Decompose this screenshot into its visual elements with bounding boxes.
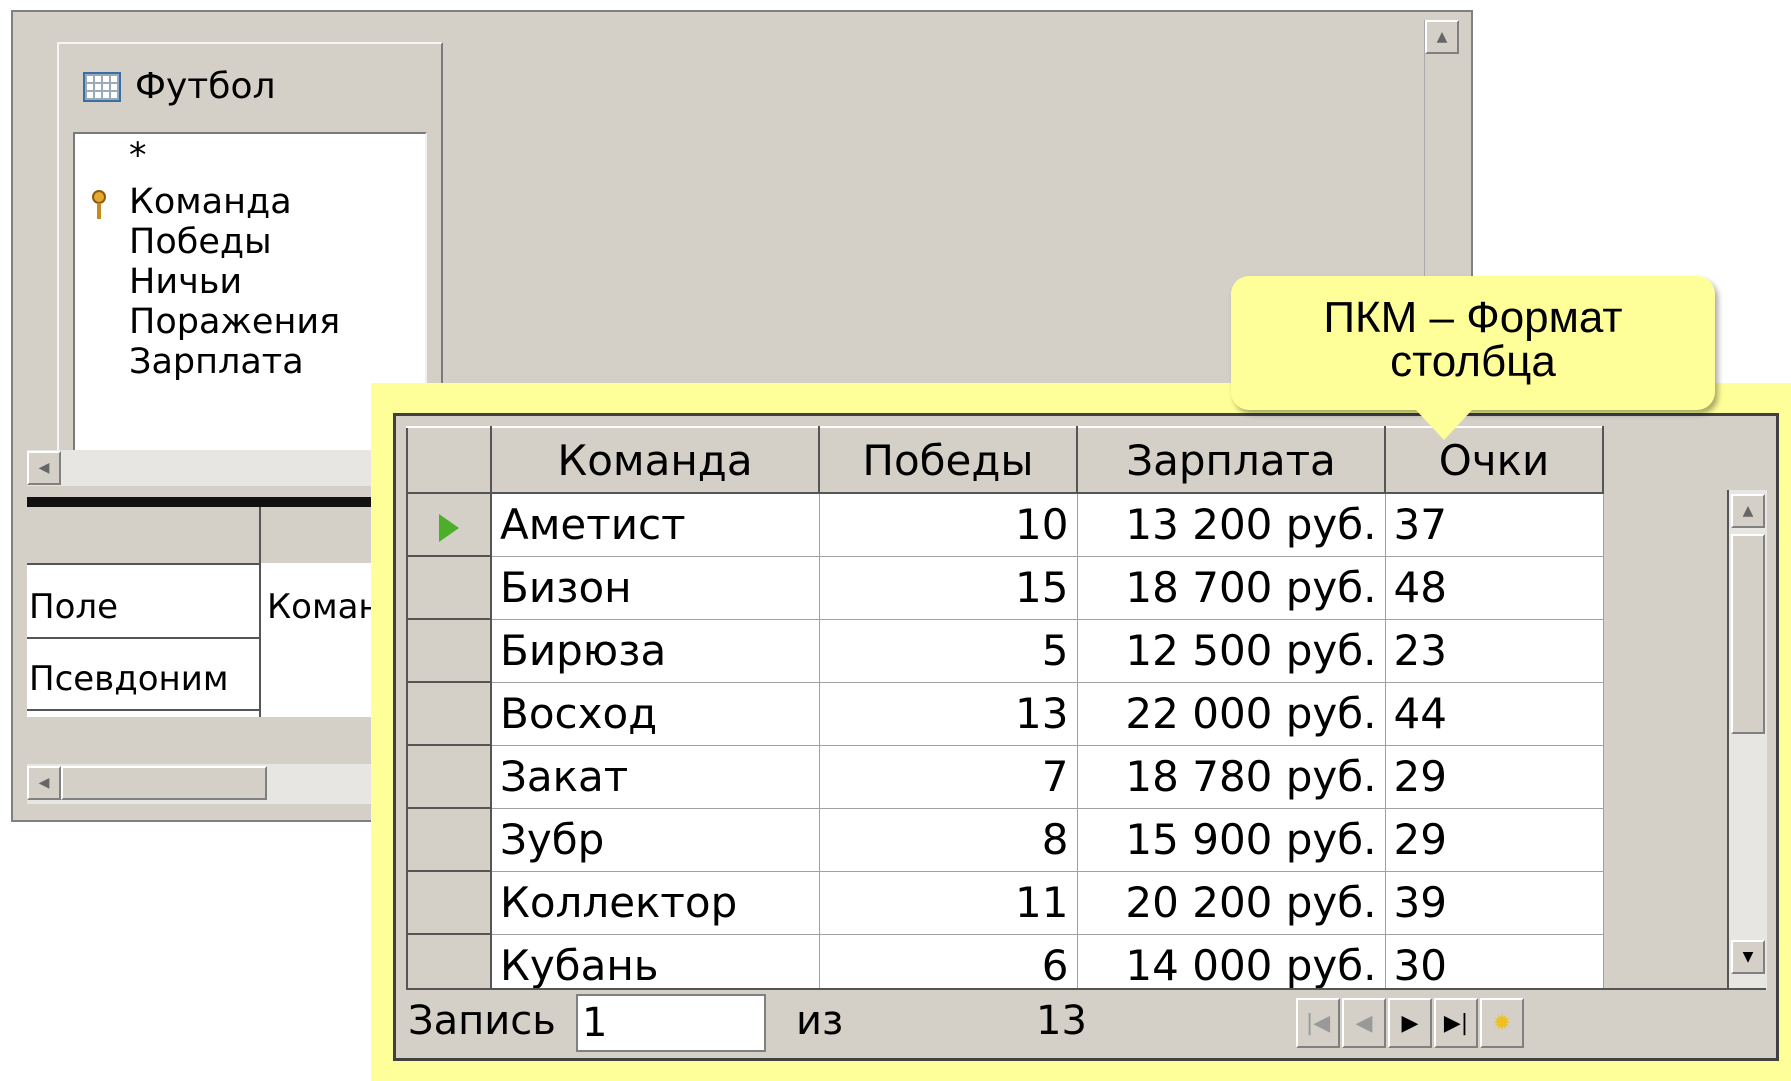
row-selector[interactable] <box>406 744 492 809</box>
wins-cell[interactable]: 7 <box>818 744 1078 809</box>
salary-cell[interactable]: 18 700 руб. <box>1076 555 1386 620</box>
team-cell[interactable]: Восход <box>490 681 820 746</box>
datasheet-highlight: Команда Победы Зарплата Очки Аметист 10 13… <box>371 383 1791 1081</box>
points-cell[interactable]: 48 <box>1384 555 1604 620</box>
scroll-thumb[interactable] <box>1731 534 1765 734</box>
table-row[interactable]: Бизон 15 18 700 руб. 48 <box>406 555 1604 620</box>
field-item[interactable]: Поражения <box>129 300 340 344</box>
points-cell[interactable]: 37 <box>1384 492 1604 557</box>
column-divider <box>259 507 261 717</box>
salary-cell[interactable]: 18 780 руб. <box>1076 744 1386 809</box>
data-table: Команда Победы Зарплата Очки Аметист 10 13… <box>406 426 1604 998</box>
row-label-alias: Псевдоним <box>29 659 229 699</box>
table-row[interactable]: Аметист 10 13 200 руб. 37 <box>406 492 1604 557</box>
callout-tooltip: ПКМ – Формат столбца <box>1231 276 1715 440</box>
last-record-button[interactable]: ▶| <box>1434 998 1478 1048</box>
column-header-team[interactable]: Команда <box>490 426 820 494</box>
team-cell[interactable]: Коллектор <box>490 870 820 935</box>
row-selector-header[interactable] <box>406 426 492 494</box>
team-cell[interactable]: Закат <box>490 744 820 809</box>
salary-cell[interactable]: 13 200 руб. <box>1076 492 1386 557</box>
row-selector[interactable] <box>406 807 492 872</box>
scroll-down-button[interactable]: ▼ <box>1731 940 1765 974</box>
row-selector[interactable] <box>406 492 492 557</box>
of-label: из <box>796 998 844 1044</box>
callout-line-1: ПКМ – Формат <box>1323 293 1623 342</box>
callout-line-2: столбца <box>1390 337 1556 386</box>
row-selector[interactable] <box>406 870 492 935</box>
field-item[interactable]: Команда <box>129 180 292 224</box>
salary-cell[interactable]: 22 000 руб. <box>1076 681 1386 746</box>
criteria-grid-header <box>27 507 407 563</box>
table-row[interactable]: Зубр 8 15 900 руб. 29 <box>406 807 1604 872</box>
scroll-left-button[interactable]: ◀ <box>27 451 61 485</box>
field-item[interactable]: Ничьи <box>129 260 242 304</box>
scroll-left-button[interactable]: ◀ <box>27 766 61 800</box>
field-item[interactable]: Зарплата <box>129 340 304 384</box>
record-navigation-bar: Запись 1 из 13 |◀ ◀ ▶ ▶| ✹ <box>406 988 1766 1056</box>
wins-cell[interactable]: 8 <box>818 807 1078 872</box>
table-title: Футбол <box>83 66 276 107</box>
datasheet-vertical-scrollbar[interactable]: ▲ ▼ <box>1727 490 1767 990</box>
points-cell[interactable]: 23 <box>1384 618 1604 683</box>
points-cell[interactable]: 44 <box>1384 681 1604 746</box>
first-record-button[interactable]: |◀ <box>1296 998 1340 1048</box>
current-record-arrow-icon <box>439 513 459 542</box>
field-item[interactable]: Победы <box>129 220 272 264</box>
wins-cell[interactable]: 15 <box>818 555 1078 620</box>
criteria-grid: Поле Коман Псевдоним <box>27 507 407 717</box>
column-header-salary[interactable]: Зарплата <box>1076 426 1386 494</box>
team-cell[interactable]: Бирюза <box>490 618 820 683</box>
points-cell[interactable]: 39 <box>1384 870 1604 935</box>
previous-record-button[interactable]: ◀ <box>1342 998 1386 1048</box>
field-cell[interactable]: Коман <box>267 587 381 627</box>
wins-cell[interactable]: 5 <box>818 618 1078 683</box>
criteria-horizontal-scrollbar[interactable]: ◀ <box>27 764 407 804</box>
next-record-button[interactable]: ▶ <box>1388 998 1432 1048</box>
points-cell[interactable]: 29 <box>1384 744 1604 809</box>
row-selector[interactable] <box>406 555 492 620</box>
scroll-up-button[interactable]: ▲ <box>1731 494 1765 528</box>
new-record-icon[interactable]: ✹ <box>1480 998 1524 1048</box>
scroll-thumb[interactable] <box>61 766 267 800</box>
team-cell[interactable]: Зубр <box>490 807 820 872</box>
table-row[interactable]: Бирюза 5 12 500 руб. 23 <box>406 618 1604 683</box>
salary-cell[interactable]: 15 900 руб. <box>1076 807 1386 872</box>
record-total: 13 <box>1036 998 1087 1044</box>
row-divider <box>27 563 259 565</box>
splitter[interactable] <box>27 497 407 507</box>
team-cell[interactable]: Бизон <box>490 555 820 620</box>
salary-cell[interactable]: 12 500 руб. <box>1076 618 1386 683</box>
primary-key-icon <box>91 190 107 220</box>
record-number-input[interactable]: 1 <box>576 994 766 1052</box>
table-row[interactable]: Коллектор 11 20 200 руб. 39 <box>406 870 1604 935</box>
row-divider <box>27 637 259 639</box>
field-item[interactable]: * <box>129 134 147 178</box>
row-selector[interactable] <box>406 681 492 746</box>
row-divider <box>27 709 259 711</box>
scroll-up-button[interactable]: ▲ <box>1425 20 1459 54</box>
wins-cell[interactable]: 13 <box>818 681 1078 746</box>
designer-horizontal-scrollbar[interactable]: ◀ <box>27 450 407 486</box>
table-title-text: Футбол <box>135 66 276 107</box>
table-row[interactable]: Закат 7 18 780 руб. 29 <box>406 744 1604 809</box>
row-label-field: Поле <box>29 587 119 627</box>
wins-cell[interactable]: 11 <box>818 870 1078 935</box>
column-header-wins[interactable]: Победы <box>818 426 1078 494</box>
record-label: Запись <box>408 998 556 1044</box>
team-cell[interactable]: Аметист <box>490 492 820 557</box>
row-selector[interactable] <box>406 618 492 683</box>
table-icon <box>83 71 121 102</box>
points-cell[interactable]: 29 <box>1384 807 1604 872</box>
table-row[interactable]: Восход 13 22 000 руб. 44 <box>406 681 1604 746</box>
datasheet-window: Команда Победы Зарплата Очки Аметист 10 13… <box>393 413 1779 1061</box>
wins-cell[interactable]: 10 <box>818 492 1078 557</box>
salary-cell[interactable]: 20 200 руб. <box>1076 870 1386 935</box>
